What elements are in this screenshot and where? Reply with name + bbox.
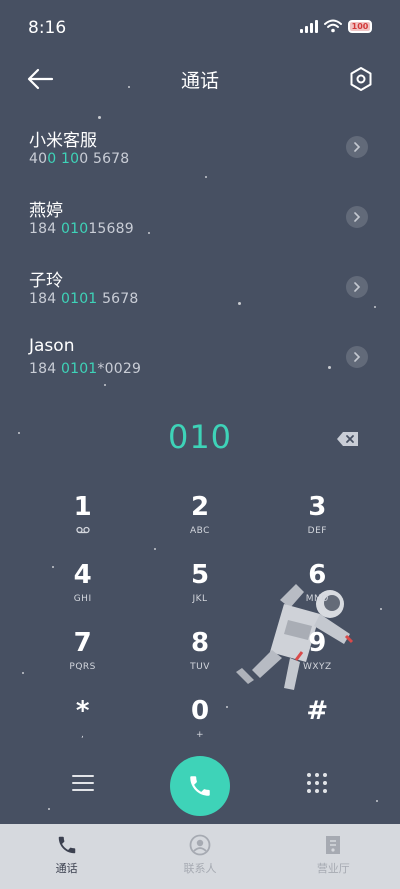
- key-digit: 0: [190, 696, 210, 726]
- chevron-right-icon: [354, 352, 361, 362]
- bottom-tab-bar: 通话 联系人 营业厅: [0, 824, 400, 889]
- page-title: 通话: [180, 70, 219, 92]
- tab-contacts[interactable]: 联系人: [133, 824, 266, 889]
- key-4[interactable]: 4 GHI: [24, 552, 141, 620]
- contact-item[interactable]: 子玲 184 0101 5678: [0, 252, 400, 322]
- key-9[interactable]: 9 WXYZ: [259, 620, 376, 688]
- contact-name: Jason: [29, 336, 75, 356]
- contact-detail-button[interactable]: [346, 346, 368, 368]
- key-1[interactable]: 1: [24, 484, 141, 552]
- battery-level: 100: [351, 21, 369, 31]
- voicemail-icon: [76, 526, 90, 538]
- contact-name: 燕婷: [29, 201, 63, 221]
- key-letters: WXYZ: [302, 662, 332, 672]
- key-digit: 9: [308, 628, 327, 658]
- key-letters: JKL: [192, 594, 208, 604]
- key-digit: 3: [308, 492, 327, 522]
- key-2[interactable]: 2 ABC: [141, 484, 258, 552]
- tab-label: 营业厅: [316, 862, 350, 875]
- wifi-icon: [324, 19, 342, 33]
- number-match: 0101: [60, 291, 98, 307]
- dialpad-icon[interactable]: [306, 772, 328, 794]
- key-digit: 2: [190, 492, 210, 522]
- number-part: 184: [29, 361, 61, 377]
- key-letters: MNO: [305, 594, 329, 604]
- dialer-screen: 8:16 100 通话 小米客服 400 100 5678 燕婷 184 010…: [0, 0, 400, 889]
- key-digit: 7: [73, 628, 92, 658]
- number-part: *0029: [97, 361, 142, 377]
- key-hash[interactable]: #: [259, 688, 376, 756]
- contact-number: 184 01015689: [29, 221, 134, 237]
- contact-number: 184 0101 5678: [29, 291, 139, 307]
- menu-icon[interactable]: [72, 773, 94, 793]
- key-letters: GHI: [73, 594, 92, 604]
- contact-detail-button[interactable]: [346, 276, 368, 298]
- contact-name: 子玲: [29, 271, 63, 291]
- number-match: 0101: [60, 361, 98, 377]
- contact-detail-button[interactable]: [346, 206, 368, 228]
- backspace-icon[interactable]: [336, 430, 360, 448]
- number-part: 5678: [97, 291, 139, 307]
- status-icons: 100: [300, 19, 372, 33]
- store-icon: [326, 836, 341, 854]
- tab-label: 联系人: [183, 862, 217, 875]
- number-part: 184: [29, 221, 61, 237]
- number-part: 15689: [88, 221, 134, 237]
- contact-icon: [189, 834, 211, 856]
- settings-icon[interactable]: [348, 66, 374, 92]
- call-actions: [0, 756, 400, 816]
- signal-icon: [300, 19, 318, 33]
- key-digit: 8: [190, 628, 210, 658]
- tab-store[interactable]: 营业厅: [267, 824, 400, 889]
- key-0[interactable]: 0 +: [141, 688, 258, 756]
- contact-detail-button[interactable]: [346, 136, 368, 158]
- key-digit: 1: [73, 492, 92, 522]
- key-digit: 5: [190, 560, 210, 590]
- status-time: 8:16: [28, 18, 67, 38]
- chevron-right-icon: [354, 142, 361, 152]
- key-digit: 4: [73, 560, 92, 590]
- phone-icon: [190, 776, 210, 796]
- chevron-right-icon: [354, 212, 361, 222]
- contact-number: 400 100 5678: [29, 151, 129, 167]
- tab-label: 通话: [55, 862, 78, 875]
- key-3[interactable]: 3 DEF: [259, 484, 376, 552]
- number-part: 40: [29, 151, 48, 167]
- matching-contacts-list: 小米客服 400 100 5678 燕婷 184 01015689 子玲 184…: [0, 112, 400, 392]
- key-6[interactable]: 6 MNO: [259, 552, 376, 620]
- header: 通话: [0, 56, 400, 102]
- key-letters: ,: [80, 730, 85, 740]
- contact-name: 小米客服: [29, 131, 97, 151]
- number-match: 010: [60, 221, 89, 237]
- key-letters: DEF: [307, 526, 327, 536]
- key-letters: +: [195, 730, 205, 740]
- number-match: 0: [47, 151, 57, 167]
- key-letters: TUV: [190, 662, 210, 672]
- tab-calls[interactable]: 通话: [0, 824, 133, 889]
- key-star[interactable]: * ,: [24, 688, 141, 756]
- contact-item[interactable]: Jason 184 0101*0029: [0, 322, 400, 392]
- key-letters: ABC: [190, 526, 210, 536]
- call-button[interactable]: [170, 756, 230, 816]
- key-digit: *: [75, 696, 90, 726]
- key-digit: 6: [308, 560, 327, 590]
- key-8[interactable]: 8 TUV: [141, 620, 258, 688]
- number-part: 184: [29, 291, 61, 307]
- contact-number: 184 0101*0029: [29, 361, 141, 377]
- status-bar: 8:16 100: [0, 0, 400, 56]
- key-letters: PQRS: [69, 662, 96, 672]
- contact-item[interactable]: 小米客服 400 100 5678: [0, 112, 400, 182]
- number-match: 10: [60, 151, 80, 167]
- key-7[interactable]: 7 PQRS: [24, 620, 141, 688]
- number-part: 0 5678: [79, 151, 130, 167]
- contact-item[interactable]: 燕婷 184 01015689: [0, 182, 400, 252]
- key-digit: #: [306, 696, 329, 726]
- key-5[interactable]: 5 JKL: [141, 552, 258, 620]
- chevron-right-icon: [354, 282, 361, 292]
- phone-icon: [58, 836, 75, 854]
- battery-icon: 100: [348, 19, 372, 33]
- dial-keypad: 1 2 ABC 3 DEF 4 GHI 5 JKL 6 MNO 7 PQRS 8…: [24, 484, 376, 756]
